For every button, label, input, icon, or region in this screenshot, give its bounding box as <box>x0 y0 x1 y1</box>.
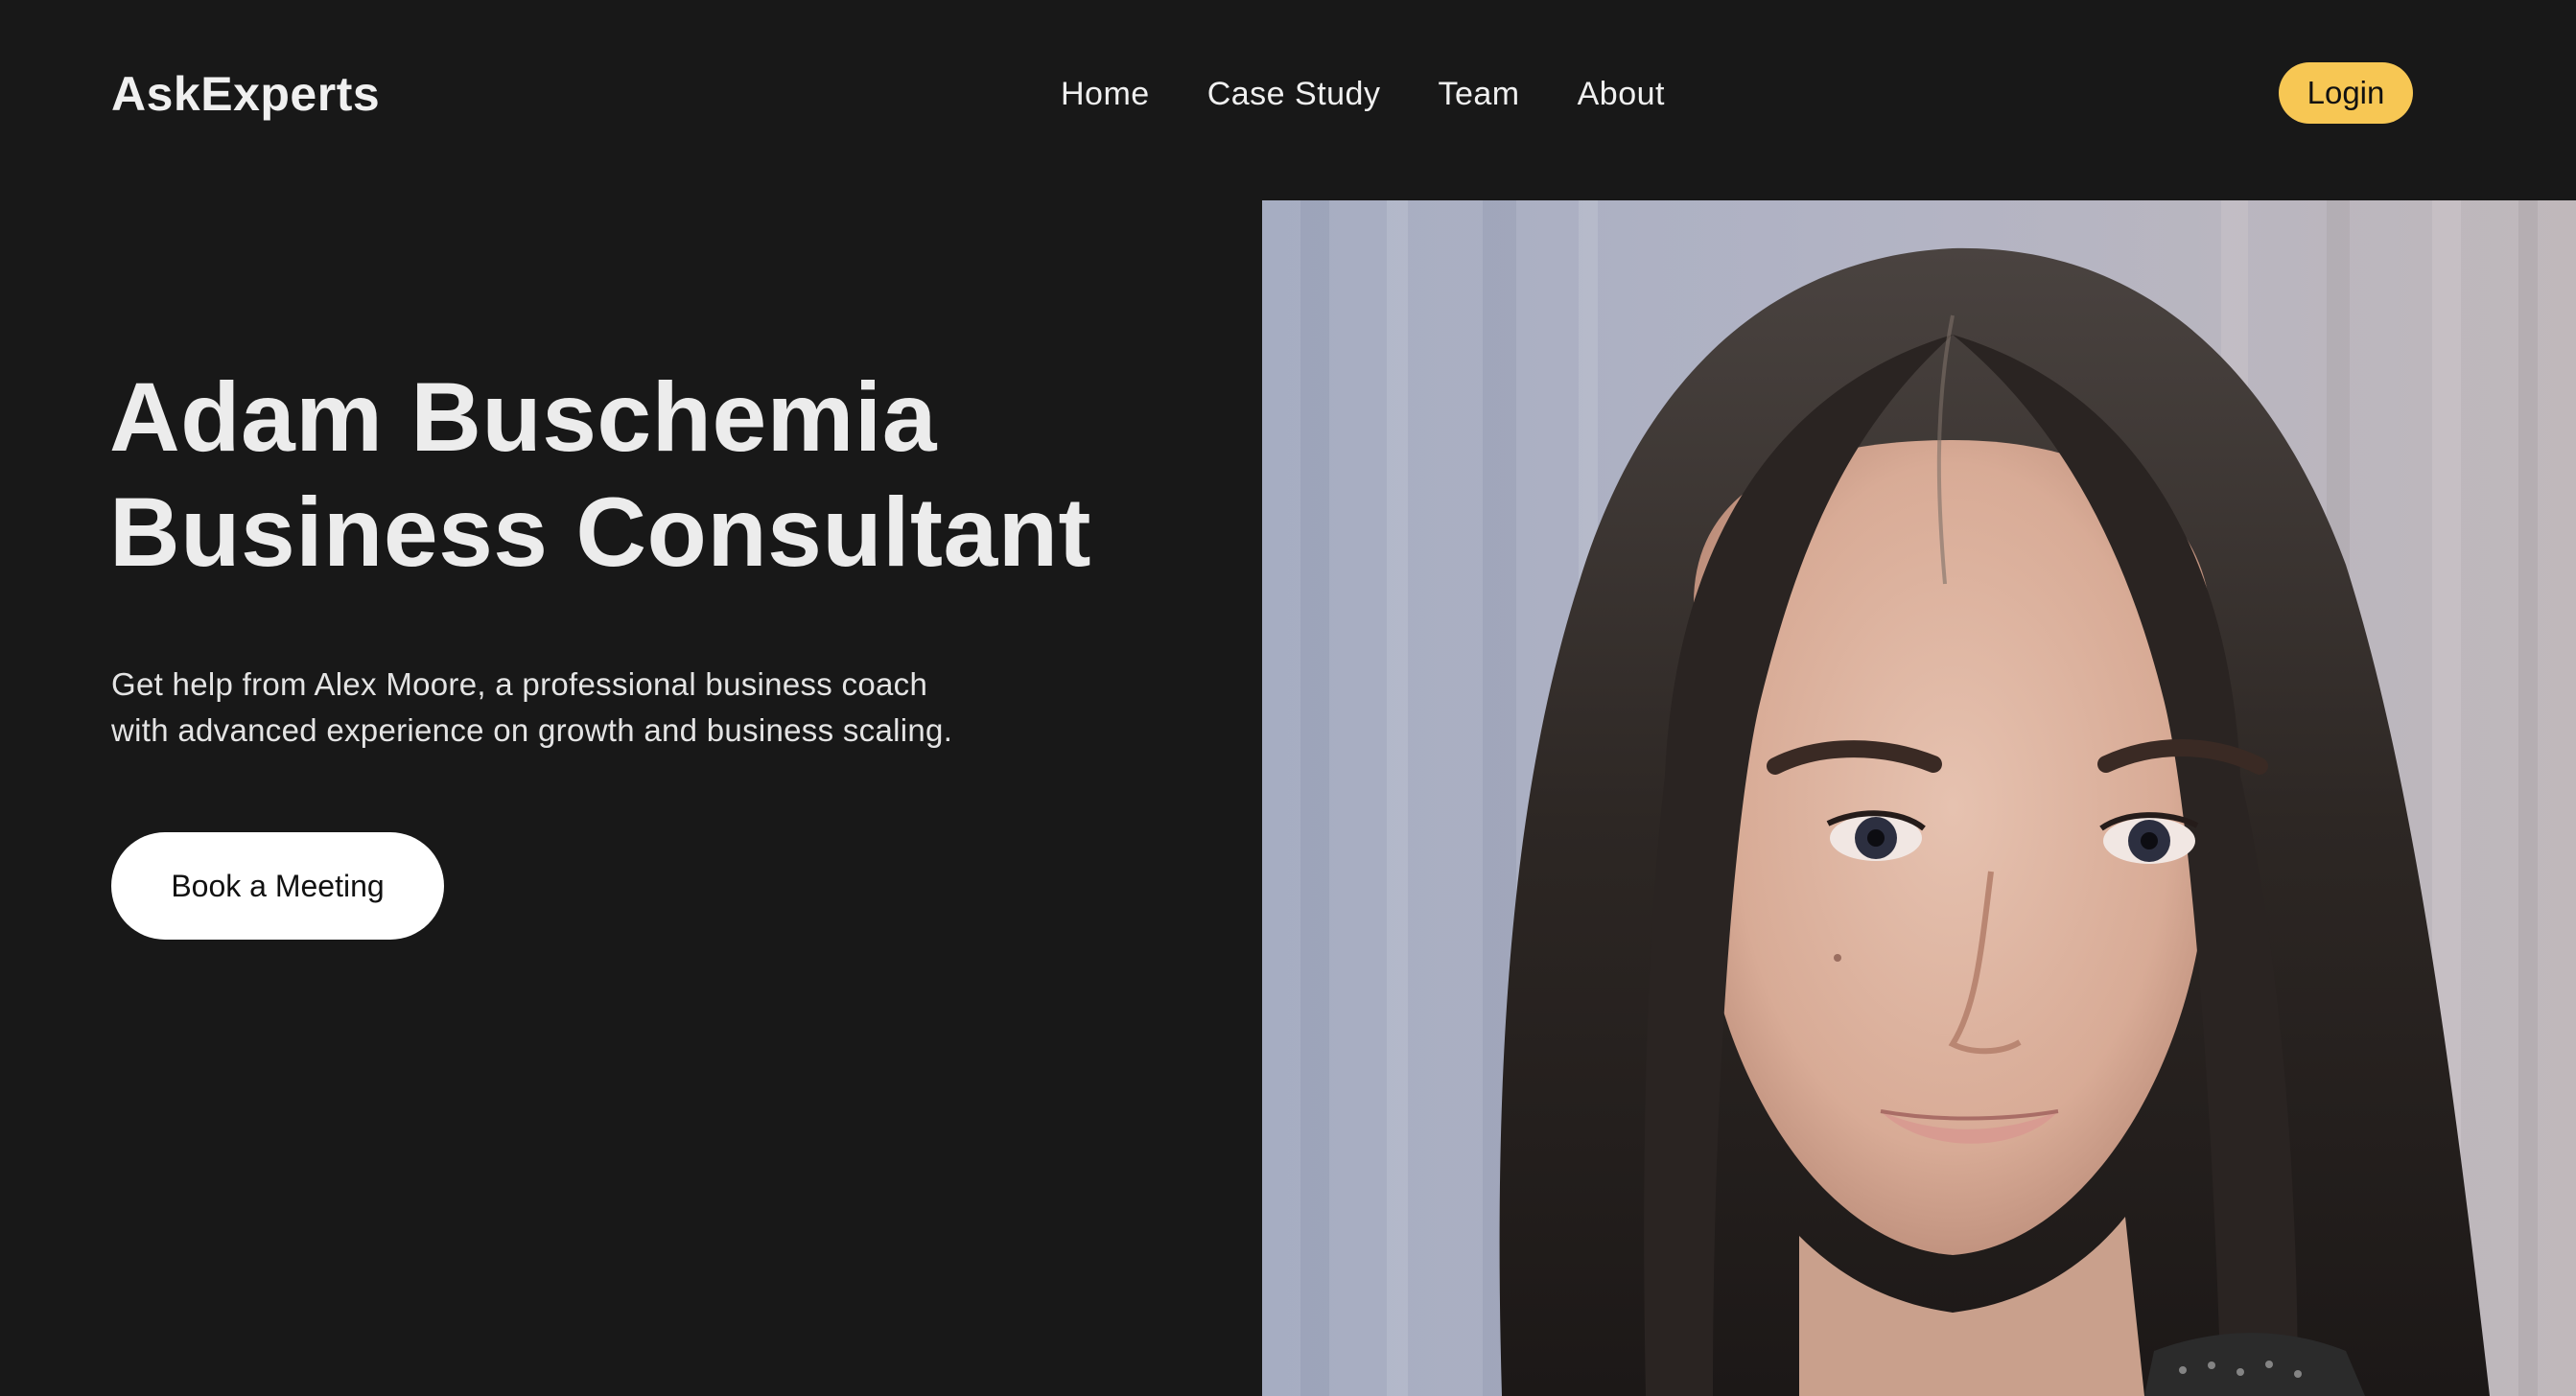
top-navigation: AskExperts Home Case Study Team About Lo… <box>0 0 2576 187</box>
consultant-portrait-image <box>1262 200 2576 1396</box>
hero-title: Adam Buschemia Business Consultant <box>109 360 1091 590</box>
login-button[interactable]: Login <box>2279 62 2413 124</box>
book-meeting-button[interactable]: Book a Meeting <box>111 832 444 940</box>
hero-title-role: Business Consultant <box>109 477 1091 587</box>
nav-item-team[interactable]: Team <box>1438 67 1519 121</box>
nav-item-about[interactable]: About <box>1578 67 1665 121</box>
hero-description: Get help from Alex Moore, a professional… <box>111 666 953 748</box>
hero-title-name: Adam Buschemia <box>109 362 937 472</box>
main-menu: Home Case Study Team About <box>1061 67 1665 121</box>
nav-item-case-study[interactable]: Case Study <box>1207 67 1381 121</box>
brand-logo[interactable]: AskExperts <box>111 61 380 127</box>
nav-item-home[interactable]: Home <box>1061 67 1150 121</box>
